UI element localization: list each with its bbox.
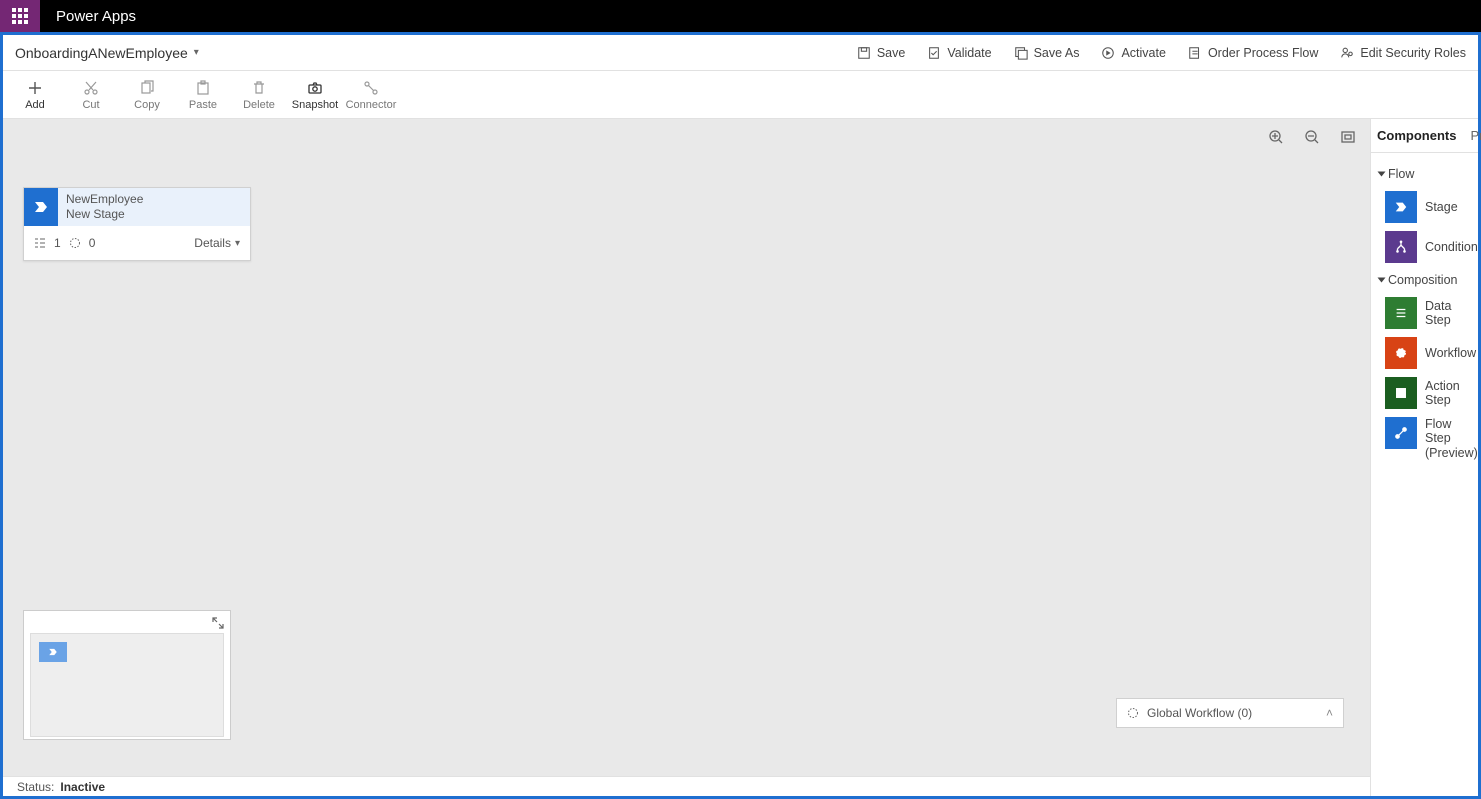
minimap-viewport[interactable] xyxy=(30,633,224,737)
zoom-out-icon[interactable] xyxy=(1304,129,1320,145)
trash-icon xyxy=(251,80,267,96)
app-frame: OnboardingANewEmployee ▾ Save Validate S… xyxy=(0,32,1481,799)
toolbar-ribbon: Add Cut Copy Paste Delete Snapshot Conne… xyxy=(3,71,1478,119)
order-icon xyxy=(1188,46,1202,60)
component-stage[interactable]: Stage xyxy=(1375,187,1478,227)
save-icon xyxy=(857,46,871,60)
minimap-stage-marker xyxy=(39,642,67,662)
paste-icon xyxy=(195,80,211,96)
global-workflow-label: Global Workflow (0) xyxy=(1147,706,1252,720)
stage-card-header: NewEmployee New Stage xyxy=(24,188,250,226)
collapse-triangle-icon xyxy=(1378,172,1386,177)
flow-step-icon xyxy=(1385,417,1417,449)
panel-tabs: Components Pro xyxy=(1371,119,1478,153)
status-bar: Status: Inactive xyxy=(3,776,1370,796)
stage-card-footer: 1 0 Details ▾ xyxy=(24,226,250,260)
component-flow-step[interactable]: Flow Step (Preview) xyxy=(1375,413,1478,464)
stage-icon xyxy=(1385,191,1417,223)
expand-icon[interactable] xyxy=(212,617,224,629)
chevron-down-icon: ▾ xyxy=(235,238,240,249)
workflow-small-icon xyxy=(69,237,81,249)
steps-icon xyxy=(34,237,46,249)
designer-header: OnboardingANewEmployee ▾ Save Validate S… xyxy=(3,35,1478,71)
copy-icon xyxy=(139,80,155,96)
stage-entity: NewEmployee xyxy=(66,192,242,207)
stage-badge xyxy=(24,188,58,226)
save-as-button[interactable]: Save As xyxy=(1014,46,1080,60)
action-step-icon xyxy=(1385,377,1417,409)
paste-button[interactable]: Paste xyxy=(177,80,229,111)
minimap[interactable] xyxy=(23,610,231,740)
order-process-flow-button[interactable]: Order Process Flow xyxy=(1188,46,1318,60)
component-workflow[interactable]: Workflow xyxy=(1375,333,1478,373)
stage-name: New Stage xyxy=(66,207,242,222)
chevron-up-icon: ˄ xyxy=(1326,706,1333,720)
workflow-small-icon xyxy=(1127,707,1139,719)
chevron-down-icon: ▾ xyxy=(194,47,199,58)
component-action-step[interactable]: Action Step xyxy=(1375,373,1478,413)
workflow-count: 0 xyxy=(89,236,96,250)
data-step-icon xyxy=(1385,297,1417,329)
cut-button[interactable]: Cut xyxy=(65,80,117,111)
status-value: Inactive xyxy=(60,780,105,794)
copy-button[interactable]: Copy xyxy=(121,80,173,111)
validate-button[interactable]: Validate xyxy=(927,46,991,60)
group-flow[interactable]: Flow xyxy=(1375,161,1478,187)
panel-body: Flow Stage Condition Composition Data St… xyxy=(1371,153,1478,464)
connector-icon xyxy=(363,80,379,96)
steps-count: 1 xyxy=(54,236,61,250)
edit-security-roles-button[interactable]: Edit Security Roles xyxy=(1340,46,1466,60)
canvas-zoom-tools xyxy=(1268,129,1356,145)
component-condition[interactable]: Condition xyxy=(1375,227,1478,267)
add-button[interactable]: Add xyxy=(9,80,61,111)
waffle-icon xyxy=(12,8,28,24)
validate-icon xyxy=(927,46,941,60)
group-composition[interactable]: Composition xyxy=(1375,267,1478,293)
tab-properties[interactable]: Pro xyxy=(1470,128,1481,143)
condition-icon xyxy=(1385,231,1417,263)
activate-icon xyxy=(1101,46,1115,60)
stage-chevron-icon xyxy=(48,647,58,657)
header-actions: Save Validate Save As Activate Order Pro… xyxy=(857,46,1466,60)
minimap-header xyxy=(30,617,224,633)
plus-icon xyxy=(27,80,43,96)
components-panel: Components Pro Flow Stage Condition Comp… xyxy=(1370,119,1478,796)
workflow-icon xyxy=(1385,337,1417,369)
fit-to-screen-icon[interactable] xyxy=(1340,129,1356,145)
stage-details-toggle[interactable]: Details ▾ xyxy=(194,236,240,250)
stage-title-block: NewEmployee New Stage xyxy=(58,188,250,226)
delete-button[interactable]: Delete xyxy=(233,80,285,111)
title-bar: Power Apps xyxy=(0,0,1481,32)
connector-button[interactable]: Connector xyxy=(345,80,397,111)
zoom-in-icon[interactable] xyxy=(1268,129,1284,145)
designer-canvas[interactable]: NewEmployee New Stage 1 0 Details ▾ xyxy=(3,119,1370,776)
component-data-step[interactable]: Data Step xyxy=(1375,293,1478,333)
collapse-triangle-icon xyxy=(1378,278,1386,283)
camera-icon xyxy=(307,80,323,96)
app-launcher-button[interactable] xyxy=(0,0,40,32)
flow-name-text: OnboardingANewEmployee xyxy=(15,45,188,61)
tab-components[interactable]: Components xyxy=(1377,128,1456,143)
stage-card[interactable]: NewEmployee New Stage 1 0 Details ▾ xyxy=(23,187,251,261)
stage-chevron-icon xyxy=(33,199,49,215)
save-as-icon xyxy=(1014,46,1028,60)
cut-icon xyxy=(83,80,99,96)
global-workflow-bar[interactable]: Global Workflow (0) ˄ xyxy=(1116,698,1344,728)
save-button[interactable]: Save xyxy=(857,46,906,60)
flow-name-dropdown[interactable]: OnboardingANewEmployee ▾ xyxy=(15,45,199,61)
snapshot-button[interactable]: Snapshot xyxy=(289,80,341,111)
status-label: Status: xyxy=(17,780,54,794)
security-icon xyxy=(1340,46,1354,60)
app-title: Power Apps xyxy=(40,8,136,25)
activate-button[interactable]: Activate xyxy=(1101,46,1165,60)
